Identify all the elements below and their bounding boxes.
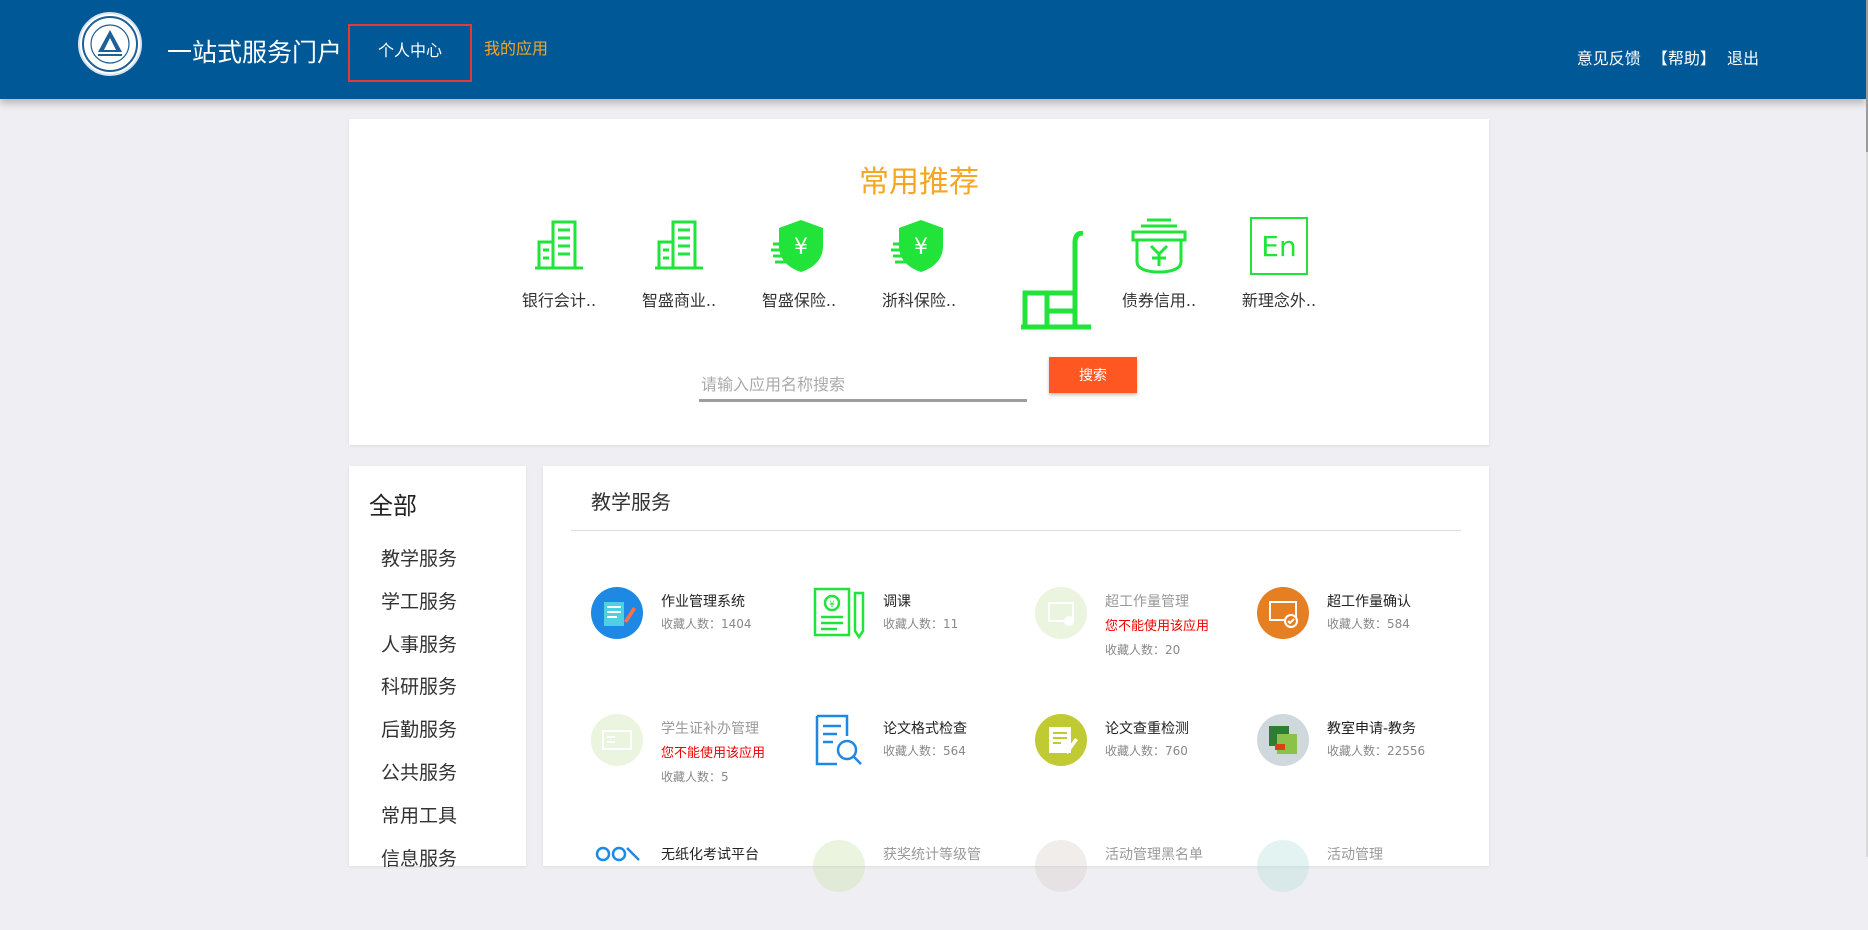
recommend-item-zheke-insurance[interactable]: ¥ 浙科保险.. <box>864 214 974 311</box>
app-name: 调课 <box>883 594 911 610</box>
classroom-icon <box>1257 714 1309 766</box>
access-denied-text: 您不能使用该应用 <box>661 746 766 761</box>
app-name: 作业管理系统 <box>661 594 745 610</box>
app-name: 学生证补办管理 <box>661 721 759 737</box>
svg-text:¥: ¥ <box>794 235 808 260</box>
recommend-item-zhisheng-insurance[interactable]: ¥ 智盛保险.. <box>744 214 854 311</box>
building-icon <box>624 214 734 278</box>
document-yen-icon: ¥ <box>813 587 865 639</box>
recommend-item-label: 智盛商业.. <box>641 291 717 310</box>
top-header: 一站式服务门户 个人中心 我的应用 意见反馈 【帮助】 退出 <box>0 0 1866 99</box>
certificate-check-icon <box>1257 587 1309 639</box>
recommend-item-zhisheng-commerce[interactable]: 智盛商业.. <box>624 214 734 311</box>
recommend-item-label: 浙科保险.. <box>881 291 957 310</box>
app-homework-management[interactable]: 作业管理系统 收藏人数：1404 <box>591 587 803 677</box>
header-links: 意见反馈 【帮助】 退出 <box>1571 45 1759 69</box>
svg-text:¥: ¥ <box>914 235 928 260</box>
app-search-input[interactable] <box>699 369 1027 402</box>
award-icon <box>813 840 865 892</box>
app-activity-management[interactable]: 活动管理 <box>1257 840 1469 930</box>
recommend-panel: 常用推荐 银行会计.. 智盛商业.. ¥ 智盛保险.. ¥ 浙科保险.. 债券信… <box>349 119 1489 445</box>
chair-icon <box>1021 231 1091 330</box>
app-overtime-management[interactable]: 超工作量管理 您不能使用该应用 收藏人数：20 <box>1035 587 1247 677</box>
document-search-icon <box>813 714 865 766</box>
nav-personal-center[interactable]: 个人中心 <box>348 24 472 82</box>
shield-yen-icon: ¥ <box>864 214 974 278</box>
favorite-count: 收藏人数：22556 <box>1327 744 1426 758</box>
sidebar-item-tools[interactable]: 常用工具 <box>381 795 457 838</box>
sidebar-title[interactable]: 全部 <box>369 486 417 521</box>
university-seal-icon <box>82 16 138 72</box>
app-overtime-confirmation[interactable]: 超工作量确认 收藏人数：584 <box>1257 587 1469 677</box>
exam-icon <box>591 840 643 892</box>
sidebar-item-student-affairs[interactable]: 学工服务 <box>381 581 457 624</box>
favorite-count: 收藏人数：584 <box>1327 617 1410 631</box>
help-link[interactable]: 【帮助】 <box>1652 49 1716 68</box>
app-student-id-reissue[interactable]: 学生证补办管理 您不能使用该应用 收藏人数：5 <box>591 714 803 804</box>
app-name: 超工作量确认 <box>1327 594 1411 610</box>
app-name: 活动管理黑名单 <box>1105 847 1203 863</box>
sidebar-item-personnel[interactable]: 人事服务 <box>381 624 457 667</box>
section-divider <box>571 530 1461 531</box>
english-icon: En <box>1224 214 1334 278</box>
app-name: 获奖统计等级管 <box>883 847 981 863</box>
favorite-count: 收藏人数：760 <box>1105 744 1188 758</box>
app-name: 超工作量管理 <box>1105 594 1189 610</box>
section-title: 教学服务 <box>591 490 671 514</box>
portal-title: 一站式服务门户 <box>167 38 343 67</box>
certificate-icon <box>1035 587 1087 639</box>
app-name: 教室申请-教务 <box>1327 721 1417 737</box>
sidebar-item-research[interactable]: 科研服务 <box>381 666 457 709</box>
blacklist-icon <box>1035 840 1087 892</box>
favorite-count: 收藏人数：5 <box>661 770 729 784</box>
favorite-count: 收藏人数：564 <box>883 744 966 758</box>
app-award-statistics[interactable]: 获奖统计等级管 <box>813 840 1025 930</box>
sidebar-item-public[interactable]: 公共服务 <box>381 752 457 795</box>
category-list: 教学服务 学工服务 人事服务 科研服务 后勤服务 公共服务 常用工具 信息服务 <box>381 538 457 880</box>
app-paperless-exam[interactable]: 无纸化考试平台 <box>591 840 803 930</box>
app-name: 论文查重检测 <box>1105 721 1189 737</box>
app-list-panel: 教学服务 作业管理系统 收藏人数：1404 ¥ 调课 收藏人数：11 超工作量管… <box>543 466 1489 892</box>
notebook-icon <box>591 587 643 639</box>
favorite-count: 收藏人数：1404 <box>661 617 752 631</box>
bond-yen-icon <box>1104 214 1214 278</box>
access-denied-text: 您不能使用该应用 <box>1105 619 1210 634</box>
app-course-adjustment[interactable]: ¥ 调课 收藏人数：11 <box>813 587 1025 677</box>
search-button[interactable]: 搜索 <box>1049 357 1137 393</box>
recommend-item-bank-accounting[interactable]: 银行会计.. <box>504 214 614 311</box>
svg-text:En: En <box>1261 230 1296 263</box>
recommend-item-label: 智盛保险.. <box>761 291 837 310</box>
recommend-item-new-concept-english[interactable]: En 新理念外.. <box>1224 214 1334 311</box>
university-logo[interactable] <box>78 12 142 76</box>
app-name: 无纸化考试平台 <box>661 847 759 863</box>
favorite-count: 收藏人数：20 <box>1105 643 1181 657</box>
building-icon <box>504 214 614 278</box>
app-classroom-request[interactable]: 教室申请-教务 收藏人数：22556 <box>1257 714 1469 804</box>
feedback-link[interactable]: 意见反馈 <box>1577 49 1641 68</box>
activity-icon <box>1257 840 1309 892</box>
recommend-item-label: 银行会计.. <box>521 291 597 310</box>
favorite-count: 收藏人数：11 <box>883 617 959 631</box>
category-sidebar: 全部 教学服务 学工服务 人事服务 科研服务 后勤服务 公共服务 常用工具 信息… <box>349 466 526 870</box>
app-thesis-format-check[interactable]: 论文格式检查 收藏人数：564 <box>813 714 1025 804</box>
recommend-title: 常用推荐 <box>859 165 979 200</box>
app-name: 论文格式检查 <box>883 721 967 737</box>
svg-text:¥: ¥ <box>829 600 835 610</box>
nav-my-apps[interactable]: 我的应用 <box>484 24 548 82</box>
logout-link[interactable]: 退出 <box>1727 49 1759 68</box>
sidebar-item-logistics[interactable]: 后勤服务 <box>381 709 457 752</box>
id-card-icon <box>591 714 643 766</box>
shield-yen-icon: ¥ <box>744 214 854 278</box>
recommend-item-label: 债券信用.. <box>1121 291 1197 310</box>
sidebar-item-information[interactable]: 信息服务 <box>381 838 457 881</box>
recommend-item-label: 新理念外.. <box>1241 291 1317 310</box>
edit-document-icon <box>1035 714 1087 766</box>
app-activity-blacklist[interactable]: 活动管理黑名单 <box>1035 840 1247 930</box>
app-thesis-plagiarism-check[interactable]: 论文查重检测 收藏人数：760 <box>1035 714 1247 804</box>
sidebar-item-teaching[interactable]: 教学服务 <box>381 538 457 581</box>
app-name: 活动管理 <box>1327 847 1383 863</box>
recommend-item-bond-credit[interactable]: 债券信用.. <box>1104 214 1214 311</box>
